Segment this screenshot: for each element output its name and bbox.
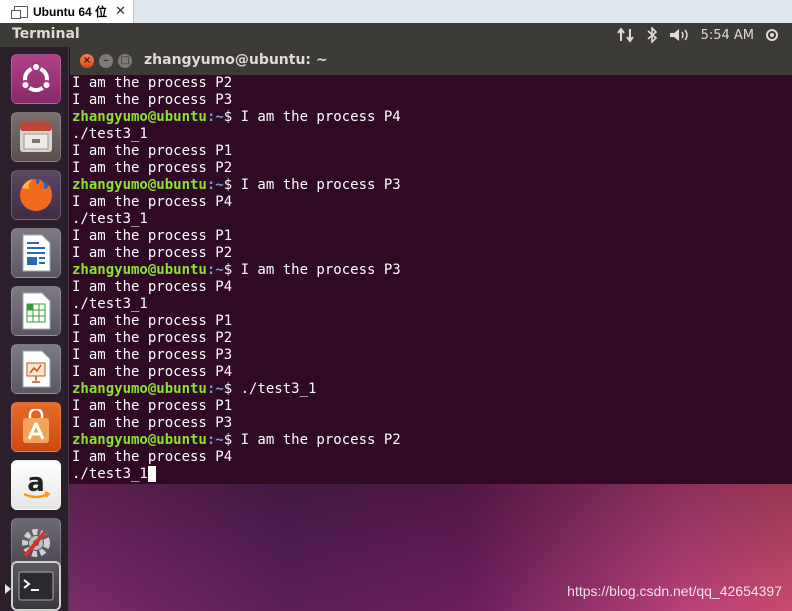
terminal-line: zhangyumo@ubuntu:~$ I am the process P3 bbox=[72, 177, 792, 194]
terminal-title: zhangyumo@ubuntu: ~ bbox=[144, 52, 328, 68]
window-minimize-icon[interactable]: – bbox=[99, 54, 113, 68]
line-text: I am the process P4 bbox=[72, 364, 233, 380]
close-icon[interactable]: ✕ bbox=[115, 4, 126, 19]
terminal-line: I am the process P2 bbox=[72, 245, 792, 262]
terminal-line: I am the process P2 bbox=[72, 75, 792, 92]
prompt-user: zhangyumo@ubuntu bbox=[72, 177, 207, 193]
vm-tab-ubuntu[interactable]: Ubuntu 64 位 ✕ bbox=[0, 0, 134, 23]
terminal-output[interactable]: I am the process P2 I am the process P3 zh… bbox=[70, 75, 792, 484]
terminal-line: I am the process P4 bbox=[72, 449, 792, 466]
line-text: ./test3_1 bbox=[72, 126, 148, 142]
prompt-path: :~ bbox=[206, 262, 224, 278]
line-text: $ I am the process P2 bbox=[223, 432, 401, 448]
volume-icon[interactable] bbox=[669, 27, 689, 43]
terminal-line: I am the process P3 bbox=[72, 347, 792, 364]
line-text: I am the process P2 bbox=[72, 330, 233, 346]
prompt-path: :~ bbox=[206, 432, 224, 448]
libreoffice-writer-icon[interactable] bbox=[11, 228, 61, 278]
line-text: I am the process P1 bbox=[72, 228, 233, 244]
terminal-line: zhangyumo@ubuntu:~$ I am the process P3 bbox=[72, 262, 792, 279]
terminal-line: I am the process P1 bbox=[72, 143, 792, 160]
amazon-icon[interactable]: a bbox=[11, 460, 61, 510]
terminal-line: ./test3_1 bbox=[72, 211, 792, 228]
terminal-line: zhangyumo@ubuntu:~$ I am the process P4 bbox=[72, 109, 792, 126]
libreoffice-impress-icon[interactable] bbox=[11, 344, 61, 394]
line-text: I am the process P4 bbox=[72, 449, 233, 465]
terminal-line: I am the process P4 bbox=[72, 194, 792, 211]
terminal-line: I am the process P3 bbox=[72, 415, 792, 432]
window-close-icon[interactable]: × bbox=[80, 54, 94, 68]
terminal-line: zhangyumo@ubuntu:~$ I am the process P2 bbox=[72, 432, 792, 449]
terminal-line: ./test3_1 bbox=[72, 296, 792, 313]
terminal-line: I am the process P2 bbox=[72, 160, 792, 177]
prompt-path: :~ bbox=[206, 109, 224, 125]
watermark: https://blog.csdn.net/qq_42654397 bbox=[567, 583, 782, 599]
prompt-user: zhangyumo@ubuntu bbox=[72, 381, 207, 397]
prompt-user: zhangyumo@ubuntu bbox=[72, 262, 207, 278]
files-icon[interactable] bbox=[11, 112, 61, 162]
line-text: $ I am the process P3 bbox=[223, 262, 401, 278]
line-text: ./test3_1 bbox=[72, 466, 148, 482]
network-icon[interactable] bbox=[616, 27, 635, 43]
terminal-line: I am the process P2 bbox=[72, 330, 792, 347]
line-text: I am the process P4 bbox=[72, 194, 233, 210]
app-title: Terminal bbox=[12, 26, 80, 42]
line-text: I am the process P1 bbox=[72, 313, 233, 329]
line-text: ./test3_1 bbox=[72, 296, 148, 312]
prompt-path: :~ bbox=[206, 381, 224, 397]
line-text: I am the process P3 bbox=[72, 415, 233, 431]
line-text: $ I am the process P4 bbox=[223, 109, 401, 125]
system-tray: 5:54 AM bbox=[616, 23, 792, 47]
line-text: ./test3_1 bbox=[72, 211, 148, 227]
terminal-line: I am the process P1 bbox=[72, 228, 792, 245]
clock[interactable]: 5:54 AM bbox=[701, 28, 754, 43]
terminal-line: ./test3_1 bbox=[72, 466, 792, 483]
vm-tab-label: Ubuntu 64 位 bbox=[33, 5, 107, 19]
line-text: I am the process P4 bbox=[72, 279, 233, 295]
terminal-icon[interactable] bbox=[5, 561, 61, 611]
terminal-line: I am the process P1 bbox=[72, 313, 792, 330]
line-text: I am the process P3 bbox=[72, 347, 233, 363]
top-panel: Terminal 5:54 AM bbox=[0, 23, 792, 47]
prompt-user: zhangyumo@ubuntu bbox=[72, 432, 207, 448]
terminal-line: I am the process P4 bbox=[72, 364, 792, 381]
line-text: $ ./test3_1 bbox=[223, 381, 317, 397]
line-text: I am the process P2 bbox=[72, 245, 233, 261]
line-text: I am the process P1 bbox=[72, 398, 233, 414]
bluetooth-icon[interactable] bbox=[647, 27, 657, 43]
active-indicator bbox=[5, 584, 11, 594]
line-text: I am the process P1 bbox=[72, 143, 233, 159]
text-cursor bbox=[147, 466, 156, 482]
terminal-line: zhangyumo@ubuntu:~$ ./test3_1 bbox=[72, 381, 792, 398]
launcher: a bbox=[0, 47, 69, 611]
vm-tab-strip: Ubuntu 64 位 ✕ bbox=[0, 0, 792, 24]
power-gear-icon[interactable] bbox=[764, 27, 780, 43]
vm-icon bbox=[11, 5, 28, 19]
terminal-line: I am the process P1 bbox=[72, 398, 792, 415]
line-text: $ I am the process P3 bbox=[223, 177, 401, 193]
firefox-icon[interactable] bbox=[11, 170, 61, 220]
ubuntu-dash-icon[interactable] bbox=[11, 54, 61, 104]
terminal-titlebar[interactable]: × – □ zhangyumo@ubuntu: ~ bbox=[70, 47, 792, 75]
terminal-line: I am the process P3 bbox=[72, 92, 792, 109]
line-text: I am the process P2 bbox=[72, 160, 233, 176]
terminal-line: ./test3_1 bbox=[72, 126, 792, 143]
svg-text:a: a bbox=[27, 468, 45, 498]
line-text: I am the process P3 bbox=[72, 92, 233, 108]
software-center-icon[interactable] bbox=[11, 402, 61, 452]
libreoffice-calc-icon[interactable] bbox=[11, 286, 61, 336]
prompt-user: zhangyumo@ubuntu bbox=[72, 109, 207, 125]
line-text: I am the process P2 bbox=[72, 75, 233, 91]
window-maximize-icon[interactable]: □ bbox=[118, 54, 132, 68]
prompt-path: :~ bbox=[206, 177, 224, 193]
terminal-line: I am the process P4 bbox=[72, 279, 792, 296]
